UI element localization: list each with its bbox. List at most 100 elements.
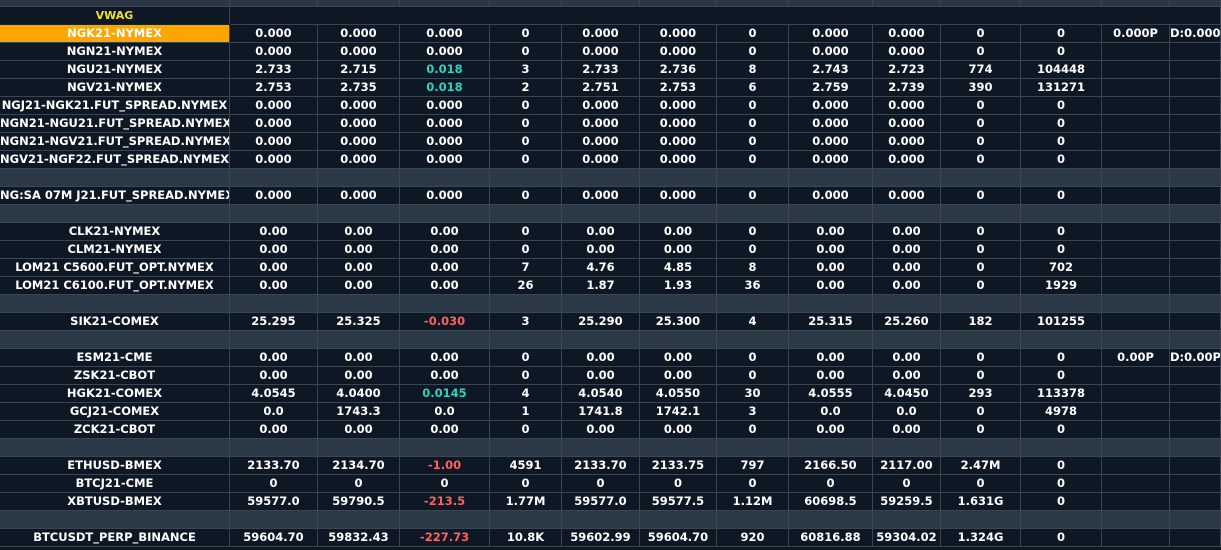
bid-size-cell[interactable]: 0 <box>490 151 562 169</box>
bid-size-cell[interactable]: 1.77M <box>490 493 562 511</box>
blank-cell[interactable] <box>640 205 717 223</box>
prev-close-cell[interactable]: 0.00 <box>318 259 400 277</box>
high-cell[interactable]: 0.000 <box>789 115 873 133</box>
bid-cell[interactable]: 0.000 <box>562 43 640 61</box>
extra-cell[interactable] <box>1102 187 1170 205</box>
extra-cell[interactable] <box>1102 79 1170 97</box>
extra-cell-2[interactable] <box>1170 79 1221 97</box>
low-cell[interactable]: 4.0450 <box>873 385 941 403</box>
blank-cell[interactable] <box>230 169 318 187</box>
blank-cell[interactable] <box>490 169 562 187</box>
high-cell[interactable]: 0.00 <box>789 349 873 367</box>
blank-cell[interactable] <box>717 511 789 529</box>
bid-cell[interactable]: 0.00 <box>562 421 640 439</box>
change-cell[interactable]: 0.000 <box>400 187 490 205</box>
open-interest-cell[interactable]: 702 <box>1021 259 1102 277</box>
prev-close-cell[interactable]: 0.00 <box>318 421 400 439</box>
blank-cell[interactable] <box>1102 205 1170 223</box>
blank-cell[interactable] <box>230 331 318 349</box>
bid-cell[interactable]: 0.000 <box>562 97 640 115</box>
blank-cell[interactable] <box>1170 295 1221 313</box>
open-interest-cell[interactable]: 0 <box>1021 421 1102 439</box>
blank-cell[interactable] <box>640 331 717 349</box>
high-cell[interactable]: 25.315 <box>789 313 873 331</box>
blank-cell[interactable] <box>490 295 562 313</box>
ask-cell[interactable]: 2133.75 <box>640 457 717 475</box>
bid-size-cell[interactable]: 0 <box>490 223 562 241</box>
header-cell[interactable] <box>789 0 873 7</box>
blank-cell[interactable] <box>400 439 490 457</box>
open-interest-cell[interactable]: 0 <box>1021 241 1102 259</box>
last-cell[interactable]: 2.733 <box>230 61 318 79</box>
volume-cell[interactable]: 0 <box>941 223 1021 241</box>
symbol-cell[interactable]: NGV21-NYMEX <box>0 79 230 97</box>
blank-cell[interactable] <box>873 439 941 457</box>
open-interest-cell[interactable]: 104448 <box>1021 61 1102 79</box>
blank-cell[interactable] <box>873 295 941 313</box>
open-interest-cell[interactable]: 113378 <box>1021 385 1102 403</box>
volume-cell[interactable]: 0 <box>941 25 1021 43</box>
blank-cell[interactable] <box>490 511 562 529</box>
ask-size-cell[interactable]: 1.12M <box>717 493 789 511</box>
prev-close-cell[interactable]: 2134.70 <box>318 457 400 475</box>
blank-cell[interactable] <box>1021 205 1102 223</box>
blank-cell[interactable] <box>490 205 562 223</box>
blank-cell[interactable] <box>941 295 1021 313</box>
high-cell[interactable]: 0.00 <box>789 223 873 241</box>
blank-cell[interactable] <box>941 205 1021 223</box>
last-cell[interactable]: 0.000 <box>230 133 318 151</box>
low-cell[interactable]: 2117.00 <box>873 457 941 475</box>
volume-cell[interactable]: 0 <box>941 133 1021 151</box>
last-cell[interactable]: 2133.70 <box>230 457 318 475</box>
last-cell[interactable]: 0 <box>230 475 318 493</box>
ask-cell[interactable]: 0.000 <box>640 133 717 151</box>
ask-cell[interactable]: 0.000 <box>640 151 717 169</box>
last-cell[interactable]: 0.00 <box>230 277 318 295</box>
blank-cell[interactable] <box>400 295 490 313</box>
ask-size-cell[interactable]: 0 <box>717 151 789 169</box>
blank-cell[interactable] <box>1021 295 1102 313</box>
prev-close-cell[interactable]: 0.000 <box>318 187 400 205</box>
blank-cell[interactable] <box>873 331 941 349</box>
ask-size-cell[interactable]: 920 <box>717 529 789 547</box>
prev-close-cell[interactable]: 0 <box>318 475 400 493</box>
low-cell[interactable]: 0.000 <box>873 151 941 169</box>
blank-cell[interactable] <box>0 439 230 457</box>
blank-cell[interactable] <box>717 295 789 313</box>
change-cell[interactable]: 0.000 <box>400 43 490 61</box>
header-cell[interactable] <box>640 0 717 7</box>
bid-cell[interactable]: 0.00 <box>562 223 640 241</box>
last-cell[interactable]: 0.00 <box>230 223 318 241</box>
symbol-cell[interactable]: NGN21-NGU21.FUT_SPREAD.NYMEX <box>0 115 230 133</box>
open-interest-cell[interactable]: 0 <box>1021 529 1102 547</box>
extra-cell[interactable] <box>1102 223 1170 241</box>
prev-close-cell[interactable]: 0.000 <box>318 97 400 115</box>
symbol-cell[interactable]: ESM21-CME <box>0 349 230 367</box>
last-cell[interactable]: 0.00 <box>230 241 318 259</box>
low-cell[interactable]: 0.0 <box>873 403 941 421</box>
change-cell[interactable]: -1.00 <box>400 457 490 475</box>
bid-size-cell[interactable]: 0 <box>490 421 562 439</box>
change-cell[interactable]: -227.73 <box>400 529 490 547</box>
bid-size-cell[interactable]: 3 <box>490 313 562 331</box>
blank-cell[interactable] <box>1170 169 1221 187</box>
ask-cell[interactable]: 0.00 <box>640 241 717 259</box>
change-cell[interactable]: 0.000 <box>400 25 490 43</box>
extra-cell-2[interactable] <box>1170 115 1221 133</box>
blank-cell[interactable] <box>562 439 640 457</box>
bid-cell[interactable]: 1741.8 <box>562 403 640 421</box>
low-cell[interactable]: 59259.5 <box>873 493 941 511</box>
ask-size-cell[interactable]: 0 <box>717 187 789 205</box>
blank-cell[interactable] <box>0 331 230 349</box>
blank-cell[interactable] <box>562 205 640 223</box>
blank-cell[interactable] <box>941 331 1021 349</box>
open-interest-cell[interactable]: 0 <box>1021 25 1102 43</box>
open-interest-cell[interactable]: 0 <box>1021 367 1102 385</box>
ask-size-cell[interactable]: 0 <box>717 367 789 385</box>
open-interest-cell[interactable]: 0 <box>1021 187 1102 205</box>
change-cell[interactable]: -0.030 <box>400 313 490 331</box>
ask-cell[interactable]: 1.93 <box>640 277 717 295</box>
open-interest-cell[interactable]: 0 <box>1021 97 1102 115</box>
blank-cell[interactable] <box>0 169 230 187</box>
ask-size-cell[interactable]: 4 <box>717 313 789 331</box>
